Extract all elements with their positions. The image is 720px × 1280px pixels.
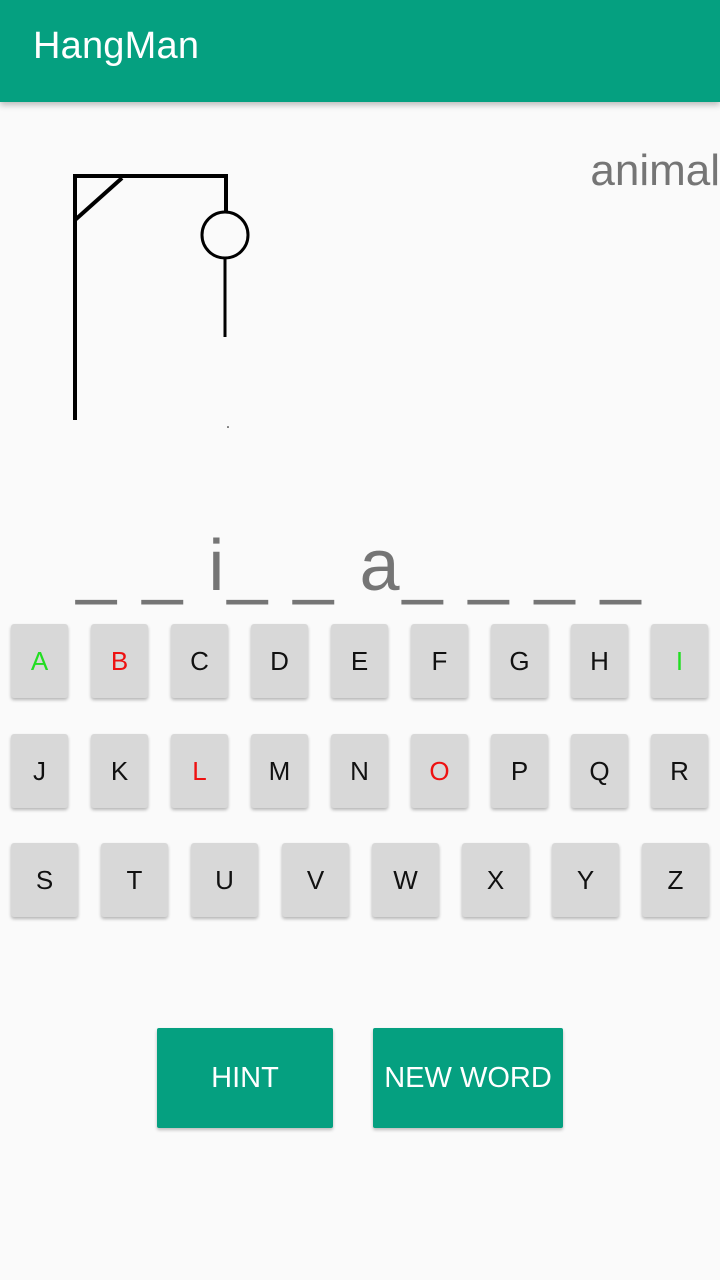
letter-key-p[interactable]: P bbox=[491, 734, 548, 808]
letter-key-t[interactable]: T bbox=[101, 843, 168, 917]
new-word-button[interactable]: NEW WORD bbox=[373, 1028, 563, 1128]
letter-key-k[interactable]: K bbox=[91, 734, 148, 808]
letter-key-n[interactable]: N bbox=[331, 734, 388, 808]
letter-key-l[interactable]: L bbox=[171, 734, 228, 808]
gallows-brace bbox=[73, 176, 124, 222]
letter-key-s[interactable]: S bbox=[11, 843, 78, 917]
hangman-figure bbox=[200, 210, 250, 337]
letter-key-u[interactable]: U bbox=[191, 843, 258, 917]
letter-key-w[interactable]: W bbox=[372, 843, 439, 917]
letter-key-g[interactable]: G bbox=[491, 624, 548, 698]
app-bar: HangMan bbox=[0, 0, 720, 102]
letter-key-h[interactable]: H bbox=[571, 624, 628, 698]
letter-key-o[interactable]: O bbox=[411, 734, 468, 808]
letter-key-r[interactable]: R bbox=[651, 734, 708, 808]
hint-button[interactable]: HINT bbox=[157, 1028, 333, 1128]
letter-key-i[interactable]: I bbox=[651, 624, 708, 698]
letter-key-f[interactable]: F bbox=[411, 624, 468, 698]
app-title: HangMan bbox=[33, 25, 200, 67]
ground-dot bbox=[227, 426, 229, 428]
word-display: _ _ i_ _ a_ _ _ _ bbox=[76, 526, 644, 606]
letter-key-e[interactable]: E bbox=[331, 624, 388, 698]
hangman-head bbox=[200, 210, 250, 260]
letter-key-v[interactable]: V bbox=[282, 843, 349, 917]
letter-key-j[interactable]: J bbox=[11, 734, 68, 808]
letter-key-m[interactable]: M bbox=[251, 734, 308, 808]
letter-key-q[interactable]: Q bbox=[571, 734, 628, 808]
letter-key-x[interactable]: X bbox=[462, 843, 529, 917]
letter-key-d[interactable]: D bbox=[251, 624, 308, 698]
letter-key-y[interactable]: Y bbox=[552, 843, 619, 917]
gallows-frame bbox=[73, 174, 228, 420]
hangman-drawing bbox=[73, 174, 250, 428]
letter-key-b[interactable]: B bbox=[91, 624, 148, 698]
letter-key-a[interactable]: A bbox=[11, 624, 68, 698]
letter-key-c[interactable]: C bbox=[171, 624, 228, 698]
letter-key-z[interactable]: Z bbox=[642, 843, 709, 917]
